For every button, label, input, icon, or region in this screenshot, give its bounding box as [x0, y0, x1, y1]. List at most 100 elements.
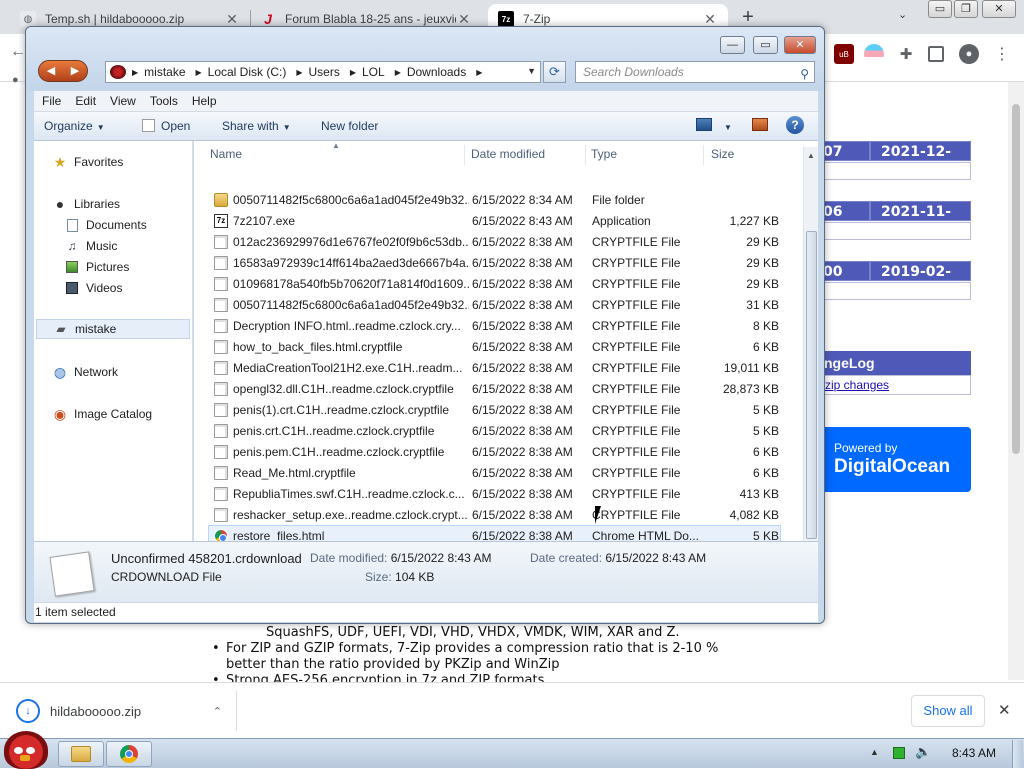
column-header-size[interactable]: Size — [711, 147, 734, 163]
menu-file[interactable]: File — [42, 94, 61, 108]
file-row[interactable]: 010968178a540fb5b70620f71a814f0d1609... 6… — [208, 273, 781, 294]
preview-pane-icon[interactable] — [752, 118, 768, 131]
nav-network[interactable]: ◍ Network — [52, 362, 118, 382]
share-with-button[interactable]: Share with ▼ — [222, 119, 291, 133]
taskbar-explorer-button[interactable] — [58, 741, 104, 767]
open-button[interactable]: Open — [142, 119, 190, 133]
chevron-right-icon[interactable]: ▶ — [196, 68, 202, 77]
address-dropdown-icon[interactable]: ▼ — [527, 66, 536, 76]
back-arrow-icon[interactable]: ← — [10, 43, 26, 61]
browser-close-button[interactable]: ✕ — [982, 0, 1016, 18]
tray-network-icon[interactable] — [893, 747, 905, 759]
column-header-date[interactable]: Date modified — [471, 147, 545, 163]
column-separator[interactable] — [585, 145, 586, 165]
nav-favorites[interactable]: ★ Favorites — [52, 152, 124, 172]
breadcrumb-item[interactable]: Users — [309, 65, 340, 79]
chevron-right-icon[interactable]: ▶ — [132, 68, 138, 77]
nav-image-catalog[interactable]: ◉ Image Catalog — [52, 404, 152, 424]
new-tab-button[interactable]: + — [738, 6, 758, 28]
file-row[interactable]: Read_Me.html.cryptfile 6/15/2022 8:38 AM C… — [208, 462, 781, 483]
chevron-right-icon[interactable]: ▶ — [476, 68, 482, 77]
column-header-type[interactable]: Type — [591, 147, 617, 163]
digitalocean-banner[interactable]: Powered by DigitalOcean — [818, 427, 971, 492]
explorer-minimize-button[interactable]: — — [720, 36, 745, 54]
file-row[interactable]: opengl32.dll.C1H..readme.czlock.cryptfil… — [208, 378, 781, 399]
tab-close-icon[interactable]: ✕ — [456, 11, 472, 28]
file-row[interactable]: Decryption INFO.html..readme.czlock.cry.… — [208, 315, 781, 336]
file-list-scrollbar[interactable]: ▲ — [803, 147, 818, 541]
view-options-chevron-down-icon[interactable]: ▼ — [720, 119, 732, 133]
nav-mistake[interactable]: ▰ mistake — [36, 319, 190, 339]
file-row[interactable]: 16583a972939c14ff614ba2aed3de6667b4a... 6… — [208, 252, 781, 273]
scroll-up-icon[interactable]: ▲ — [807, 151, 815, 160]
side-panel-icon[interactable] — [928, 46, 944, 62]
tray-volume-icon[interactable]: 🔈 — [915, 744, 931, 760]
close-shelf-icon[interactable]: ✕ — [998, 701, 1011, 719]
file-row[interactable]: MediaCreationTool21H2.exe.C1H..readm... 6… — [208, 357, 781, 378]
menu-edit[interactable]: Edit — [75, 94, 96, 108]
explorer-maximize-button[interactable]: ▭ — [753, 36, 778, 54]
nav-documents[interactable]: Documents — [64, 215, 147, 235]
forward-icon[interactable]: ▶ — [63, 61, 87, 81]
tab-close-icon[interactable]: ✕ — [224, 11, 240, 28]
file-row[interactable]: 0050711482f5c6800c6a6a1ad045f2e49b32... 6… — [208, 294, 781, 315]
nav-music[interactable]: ♫ Music — [64, 236, 118, 256]
column-header-name[interactable]: Name — [210, 147, 242, 163]
address-bar[interactable]: ▶ mistake ▶ Local Disk (C:) ▶ Users ▶ LO… — [105, 61, 541, 83]
file-row[interactable]: penis.crt.C1H..readme.czlock.cryptfile 6/… — [208, 420, 781, 441]
search-input[interactable]: Search Downloads ⚲ — [575, 61, 815, 83]
download-item[interactable]: ↓ hildabooooo.zip ⌃ — [8, 691, 234, 731]
breadcrumb-item[interactable]: mistake — [144, 65, 185, 79]
file-row[interactable]: penis(1).crt.C1H..readme.czlock.cryptfil… — [208, 399, 781, 420]
taskbar-clock[interactable]: 8:43 AM — [952, 746, 996, 760]
page-scrollbar[interactable] — [1008, 82, 1024, 680]
file-row[interactable]: 012ac236929976d1e6767fe02f0f9b6c53db... 6… — [208, 231, 781, 252]
file-row[interactable]: penis.pem.C1H..readme.czlock.cryptfile 6/… — [208, 441, 781, 462]
file-row[interactable]: reshacker_setup.exe..readme.czlock.crypt… — [208, 504, 781, 525]
file-list-scrollbar-thumb[interactable] — [806, 231, 817, 539]
file-row[interactable]: 7z 7z2107.exe 6/15/2022 8:43 AM Application… — [208, 210, 781, 231]
file-row[interactable]: 0050711482f5c6800c6a6a1ad045f2e49b32... 6… — [208, 189, 781, 210]
page-scrollbar-thumb[interactable] — [1012, 104, 1020, 454]
extensions-puzzle-icon[interactable]: ✚ — [896, 44, 916, 64]
new-folder-button[interactable]: New folder — [321, 119, 378, 133]
nav-libraries[interactable]: ● Libraries — [52, 194, 120, 214]
ublock-icon[interactable]: uB — [834, 44, 854, 64]
tab-close-icon[interactable]: ✕ — [702, 11, 718, 28]
explorer-close-button[interactable]: ✕ — [784, 36, 816, 54]
browser-restore-button[interactable]: ❐ — [954, 0, 978, 18]
menu-view[interactable]: View — [110, 94, 136, 108]
page-info-icon[interactable]: ● — [12, 74, 19, 86]
file-row[interactable]: RepubliaTimes.swf.C1H..readme.czlock.c..… — [208, 483, 781, 504]
file-row[interactable]: how_to_back_files.html.cryptfile 6/15/202… — [208, 336, 781, 357]
search-icon[interactable]: ⚲ — [800, 64, 809, 84]
chevron-right-icon[interactable]: ▶ — [350, 68, 356, 77]
nav-videos[interactable]: Videos — [64, 278, 122, 298]
start-button-angry-bird-icon[interactable] — [4, 731, 48, 769]
show-desktop-button[interactable] — [1012, 740, 1023, 768]
breadcrumb-item[interactable]: Local Disk (C:) — [208, 65, 287, 79]
organize-button[interactable]: Organize ▼ — [44, 119, 105, 133]
changelog-link[interactable]: zip changes — [818, 375, 971, 395]
menu-tools[interactable]: Tools — [150, 94, 178, 108]
chevron-right-icon[interactable]: ▶ — [296, 68, 302, 77]
column-separator[interactable] — [703, 145, 704, 165]
breadcrumb-item[interactable]: Downloads — [407, 65, 466, 79]
help-icon[interactable]: ? — [786, 116, 804, 134]
chrome-menu-icon[interactable]: ⋮ — [992, 44, 1012, 64]
chevron-up-icon[interactable]: ⌃ — [213, 705, 222, 718]
view-options-icon[interactable] — [696, 118, 712, 131]
refresh-button[interactable]: ⟳ — [543, 61, 566, 83]
extension-flag-icon[interactable] — [864, 44, 884, 64]
browser-minimize-button[interactable]: ▭ — [928, 0, 952, 18]
nav-pictures[interactable]: Pictures — [64, 257, 129, 277]
back-icon[interactable]: ◀ — [39, 61, 63, 81]
menu-help[interactable]: Help — [192, 94, 217, 108]
chevron-right-icon[interactable]: ▶ — [395, 68, 401, 77]
breadcrumb-item[interactable]: LOL — [362, 65, 385, 79]
column-separator[interactable] — [464, 145, 465, 165]
tray-expand-icon[interactable]: ▲ — [870, 747, 879, 757]
tab-search-chevron-down-icon[interactable]: ⌄ — [898, 8, 907, 21]
taskbar-chrome-button[interactable] — [106, 741, 152, 767]
profile-avatar-icon[interactable]: ● — [959, 44, 979, 64]
